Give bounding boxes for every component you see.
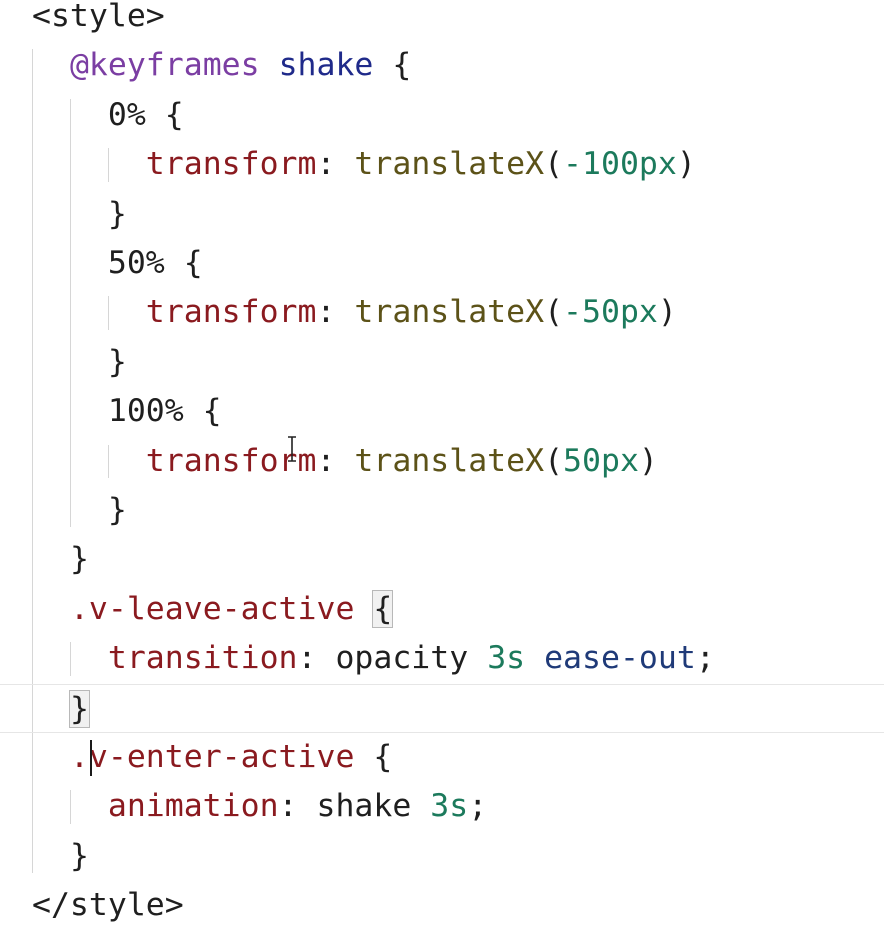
text-caret xyxy=(89,740,92,776)
code-line[interactable]: 100% { xyxy=(0,387,884,436)
token-name: shake xyxy=(278,47,374,84)
token-punct: : xyxy=(278,788,317,825)
token-punct: : xyxy=(316,442,355,479)
token-punct: ( xyxy=(544,294,564,331)
token-prop: transform xyxy=(145,146,317,183)
token-num: 3s xyxy=(430,788,469,825)
token-prop: transition xyxy=(107,640,298,677)
code-line[interactable]: </style> xyxy=(0,881,884,930)
code-line[interactable]: } xyxy=(0,486,884,535)
token-sel: 100% xyxy=(107,393,184,430)
token-punct: } xyxy=(107,492,127,528)
token-punct: ) xyxy=(638,442,658,479)
token-punct: { xyxy=(373,47,412,84)
token-punct: ) xyxy=(657,294,677,331)
token-punct: } xyxy=(107,195,127,232)
code-line[interactable]: } xyxy=(0,190,884,239)
token-prop: transform xyxy=(145,294,317,331)
token-punct: } xyxy=(68,689,90,728)
code-editor[interactable]: <style> @keyframes shake { 0% { transfor… xyxy=(0,0,884,940)
token-punct: ) xyxy=(676,146,696,183)
token-val: shake xyxy=(316,788,412,825)
token-num: -100px xyxy=(563,146,677,183)
token-punct: ; xyxy=(695,640,715,677)
token-punct: { xyxy=(372,589,394,628)
code-line[interactable]: } xyxy=(0,832,884,881)
token-tag: </style> xyxy=(32,887,184,924)
code-line[interactable]: animation: shake 3s; xyxy=(0,782,884,831)
token-punct: { xyxy=(145,96,184,133)
token-punct: : xyxy=(316,146,355,183)
text-ibeam-cursor-icon xyxy=(288,436,296,462)
token-num: -50px xyxy=(563,294,658,331)
token-num: 3s xyxy=(487,640,526,677)
code-line[interactable]: transition: opacity 3s ease-out; xyxy=(0,634,884,683)
code-line[interactable]: <style> xyxy=(0,0,884,41)
token-punct: } xyxy=(107,343,127,380)
code-line[interactable]: 0% { xyxy=(0,91,884,140)
token-at: @keyframes xyxy=(69,47,260,84)
token-punct: { xyxy=(183,393,222,430)
token-punct: ; xyxy=(468,788,488,825)
token-prop: .v-leave-active xyxy=(69,590,355,627)
code-line[interactable]: transform: translateX(-100px) xyxy=(0,140,884,189)
code-line[interactable]: @keyframes shake { xyxy=(0,41,884,90)
token-punct: } xyxy=(69,541,89,578)
token-punct: ( xyxy=(544,146,564,183)
token-prop: .v-enter-active xyxy=(69,739,355,775)
token-num: 50px xyxy=(563,442,639,479)
token-punct: { xyxy=(354,739,393,775)
code-line[interactable]: 50% { xyxy=(0,239,884,288)
token-prop: animation xyxy=(107,788,279,825)
token-kw: ease-out xyxy=(544,640,696,677)
token-punct: } xyxy=(69,837,89,874)
code-line[interactable]: } xyxy=(0,683,884,733)
token-punct: : xyxy=(316,294,355,331)
token-fn: translateX xyxy=(354,294,545,331)
code-line[interactable]: .v-leave-active { xyxy=(0,585,884,634)
token-fn: translateX xyxy=(354,146,545,183)
code-line[interactable]: } xyxy=(0,338,884,387)
token-val: opacity xyxy=(335,640,469,677)
token-sel: 50% xyxy=(107,245,165,281)
token-punct: : xyxy=(297,640,336,677)
token-fn: translateX xyxy=(354,442,545,479)
code-line[interactable]: transform: translateX(50px) xyxy=(0,437,884,486)
token-sel: 0% xyxy=(107,96,146,133)
code-line[interactable]: } xyxy=(0,535,884,584)
code-line[interactable]: transform: translateX(-50px) xyxy=(0,288,884,337)
token-punct: { xyxy=(164,245,203,281)
code-line[interactable]: .v-enter-active { xyxy=(0,733,884,782)
token-punct: ( xyxy=(544,442,564,479)
token-tag: <style> xyxy=(32,0,165,34)
